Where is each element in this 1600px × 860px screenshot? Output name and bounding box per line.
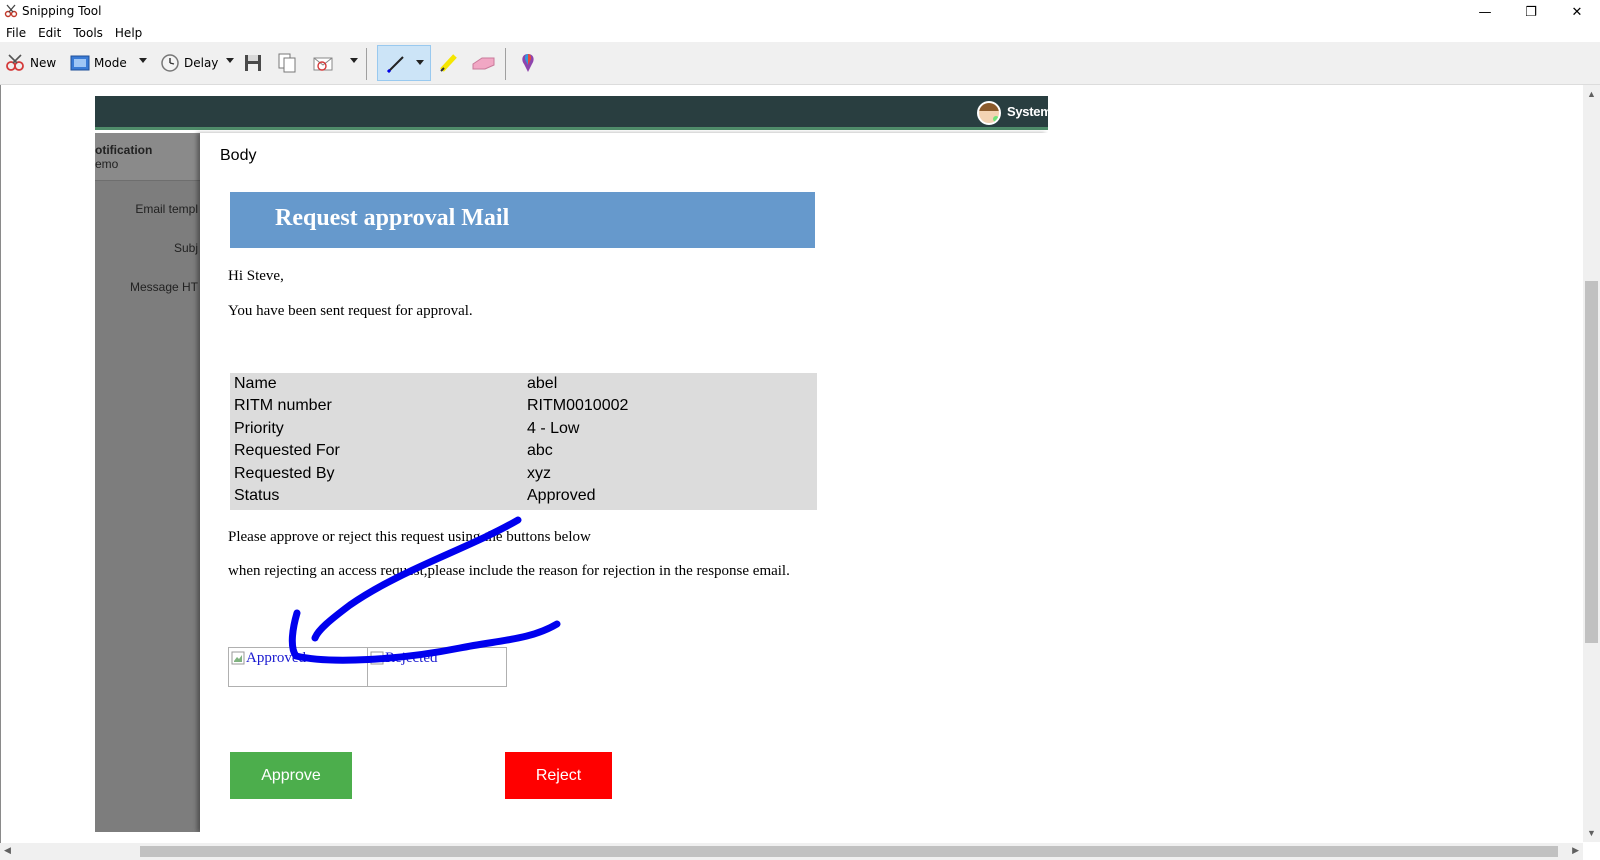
copy-button[interactable] [278, 52, 296, 74]
window-title: Snipping Tool [22, 4, 102, 18]
restore-button[interactable]: ❐ [1508, 0, 1554, 24]
toolbar-separator [366, 48, 367, 80]
email-banner-title: Request approval Mail [275, 205, 510, 231]
scroll-left-icon[interactable]: ◀ [4, 845, 11, 856]
pen-dropdown-arrow-icon[interactable] [416, 60, 424, 65]
email-instruction: Please approve or reject this request us… [228, 529, 591, 545]
mode-dropdown-arrow-icon[interactable] [139, 58, 147, 63]
highlighter-icon [440, 54, 457, 72]
envelope-icon [313, 57, 333, 71]
scroll-up-icon[interactable]: ▲ [1587, 89, 1596, 99]
menu-help[interactable]: Help [109, 24, 148, 42]
vertical-scroll-thumb[interactable] [1585, 281, 1598, 643]
table-row: Name abel [230, 375, 817, 397]
servicenow-header: System [95, 96, 1048, 130]
table-row: Requested By xyz [230, 465, 817, 487]
table-row: Status Approved [230, 487, 817, 509]
clock-icon [161, 54, 179, 72]
save-button[interactable] [244, 52, 262, 74]
detail-key: Priority [234, 420, 284, 437]
mode-icon [70, 55, 90, 71]
detail-key: RITM number [234, 397, 332, 414]
field-label-message-html: Message HT [129, 280, 198, 294]
eraser-button[interactable] [470, 52, 496, 74]
field-label-subject: Subj [173, 241, 198, 255]
copy-icon [278, 53, 296, 73]
send-dropdown-arrow-icon[interactable] [350, 58, 358, 63]
body-preview-modal: Body Request approval Mail Hi Steve, You… [200, 133, 1048, 832]
rejected-image-link[interactable]: Rejected [367, 647, 507, 687]
new-snip-button[interactable]: New [4, 52, 56, 74]
delay-label: Delay [184, 56, 219, 70]
detail-value: abc [527, 442, 553, 459]
approve-button[interactable]: Approve [230, 752, 352, 799]
broken-image-icon [370, 651, 384, 665]
title-bar: Snipping Tool — ❐ ✕ [0, 0, 1600, 24]
rejected-image-alt: Rejected [385, 650, 438, 666]
menu-bar: File Edit Tools Help [0, 24, 1600, 42]
paint3d-button[interactable] [518, 52, 538, 74]
online-status-icon [993, 116, 999, 122]
field-label-email-template: Email templ [135, 202, 198, 216]
reject-button[interactable]: Reject [505, 752, 612, 799]
detail-value: abel [527, 375, 558, 392]
new-snip-icon [6, 54, 24, 71]
highlighter-button[interactable] [438, 52, 460, 74]
new-snip-label: New [30, 56, 57, 70]
user-name: System [1007, 104, 1048, 119]
approved-image-link[interactable]: Approved [228, 647, 368, 687]
table-row: Requested For abc [230, 442, 817, 464]
mode-label: Mode [94, 56, 127, 70]
table-row: RITM number RITM0010002 [230, 397, 817, 419]
scissors-icon [4, 4, 18, 18]
menu-tools[interactable]: Tools [67, 24, 109, 42]
toolbar-separator [505, 48, 506, 80]
email-intro: You have been sent request for approval. [228, 303, 473, 319]
detail-value: RITM0010002 [527, 397, 629, 414]
save-icon [245, 55, 261, 71]
detail-value: xyz [527, 465, 551, 482]
form-header: otification emo [95, 133, 200, 181]
modal-title: Body [220, 147, 257, 164]
detail-key: Requested For [234, 442, 340, 459]
notification-form-panel: otification emo Email templ Subj Message… [95, 133, 200, 832]
delay-button[interactable]: Delay [160, 52, 218, 74]
horizontal-scrollbar[interactable]: ◀ ▶ [0, 843, 1583, 860]
toolbar: New Mode Delay [0, 42, 1600, 85]
email-greeting: Hi Steve, [228, 268, 284, 284]
eraser-icon [472, 57, 495, 70]
vertical-scrollbar[interactable]: ▲ ▼ [1583, 85, 1600, 842]
broken-image-icon [231, 651, 245, 665]
scroll-down-icon[interactable]: ▼ [1587, 828, 1596, 838]
captured-screenshot: System otification emo Email templ Subj … [95, 96, 1048, 832]
scroll-right-icon[interactable]: ▶ [1572, 845, 1579, 856]
detail-key: Status [234, 487, 280, 504]
detail-value: Approved [527, 487, 596, 504]
approved-image-alt: Approved [246, 650, 306, 666]
minimize-button[interactable]: — [1462, 0, 1508, 24]
mode-button[interactable]: Mode [70, 52, 127, 74]
detail-key: Requested By [234, 465, 335, 482]
detail-key: Name [234, 375, 277, 392]
close-button[interactable]: ✕ [1554, 0, 1600, 24]
email-rejection-note: when rejecting an access request,please … [228, 563, 790, 579]
email-banner: Request approval Mail [230, 192, 815, 248]
send-snip-button[interactable] [313, 52, 335, 74]
request-details-table: Name abel RITM number RITM0010002 Priori… [230, 373, 817, 510]
form-subtitle: emo [95, 157, 119, 171]
menu-file[interactable]: File [0, 24, 32, 42]
pen-icon [386, 56, 404, 74]
table-row: Priority 4 - Low [230, 420, 817, 442]
delay-dropdown-arrow-icon[interactable] [226, 58, 234, 63]
form-title: otification [95, 143, 153, 157]
avatar [977, 101, 1001, 125]
paint3d-icon [522, 54, 534, 72]
menu-edit[interactable]: Edit [32, 24, 67, 42]
horizontal-scroll-thumb[interactable] [140, 846, 1558, 857]
pen-tool-button[interactable] [377, 45, 431, 81]
detail-value: 4 - Low [527, 420, 580, 437]
